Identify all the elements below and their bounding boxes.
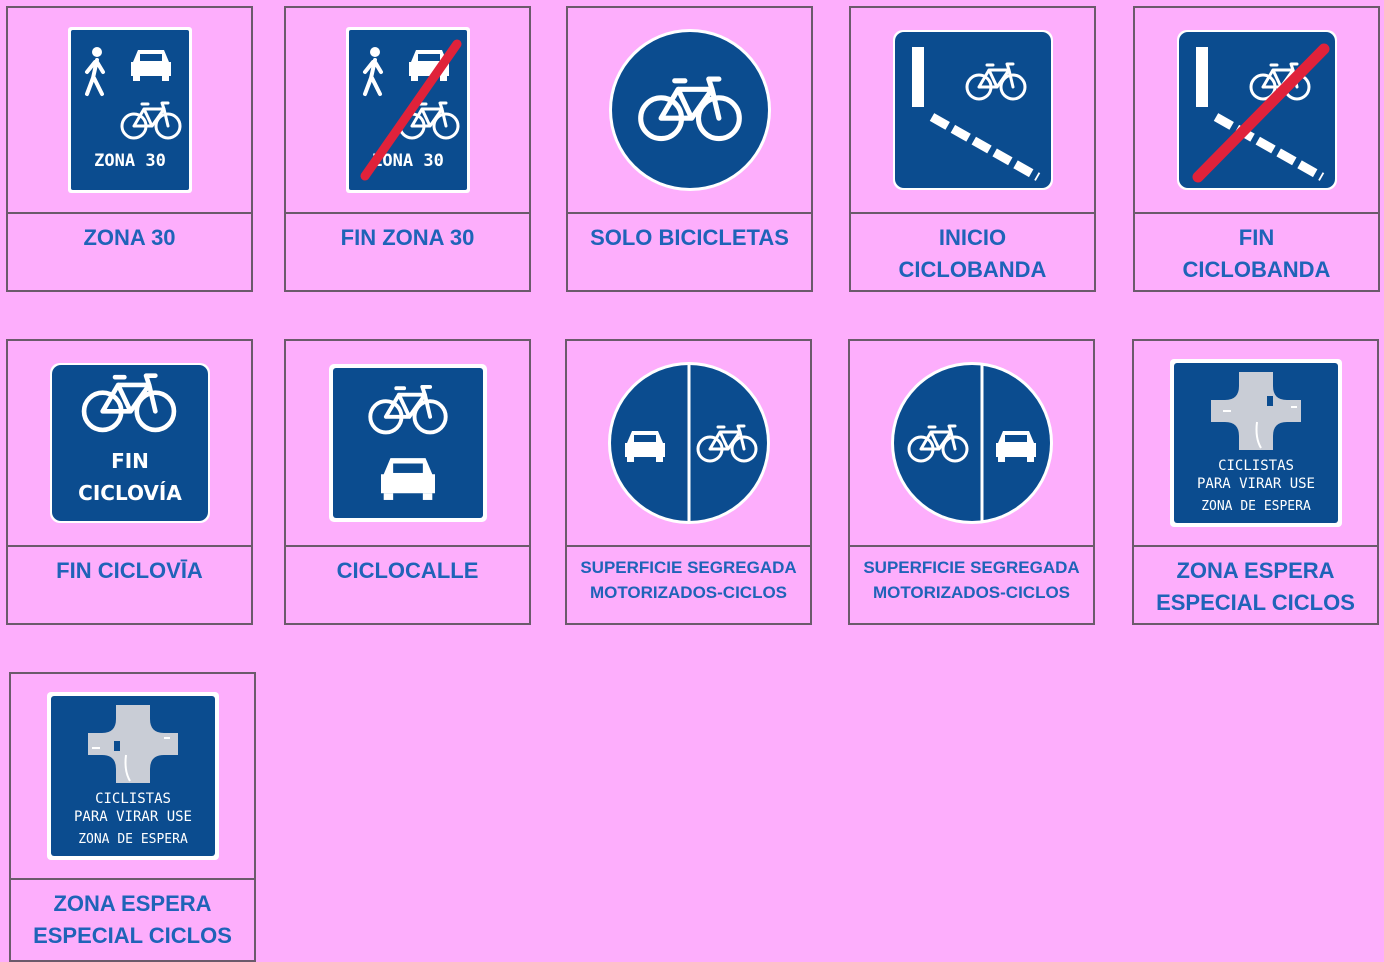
sign-image — [286, 341, 529, 547]
sign-caption: SOLO BICICLETAS — [590, 225, 789, 250]
sign-text: PARA VIRAR USE — [1196, 476, 1314, 492]
zona-30-sign-icon: ZONA 30 — [67, 27, 192, 193]
sign-card-inicio-ciclobanda[interactable]: INICIO CICLOBANDA — [849, 6, 1096, 292]
sign-card-segregada-bike-car[interactable]: SUPERFICIE SEGREGADA MOTORIZADOS-CICLOS — [848, 339, 1095, 625]
sign-caption: SUPERFICIE SEGREGADA MOTORIZADOS-CICLOS — [580, 558, 797, 602]
sign-caption: FIN ZONA 30 — [340, 225, 475, 250]
sign-text: ZONA DE ESPERA — [78, 832, 188, 847]
sign-caption: ZONA ESPERA ESPECIAL CICLOS — [1156, 558, 1355, 615]
sign-caption: ZONA 30 — [83, 225, 176, 250]
solo-bicicletas-sign-icon — [608, 29, 771, 191]
sign-caption: INICIO CICLOBANDA — [898, 225, 1047, 282]
sign-image — [851, 8, 1094, 214]
sign-image: CICLISTAS PARA VIRAR USE ZONA DE ESPERA — [1134, 341, 1377, 547]
inicio-ciclobanda-sign-icon — [892, 30, 1053, 190]
sign-text: PARA VIRAR USE — [73, 809, 191, 825]
sign-text: ZONA DE ESPERA — [1201, 499, 1311, 514]
sign-text: ZONA 30 — [94, 151, 166, 171]
sign-text: FIN — [111, 449, 149, 473]
sign-image: FIN CICLOVÍA — [8, 341, 251, 547]
sign-card-zona-30[interactable]: ZONA 30 ZONA 30 — [6, 6, 253, 292]
sign-text: CICLOVÍA — [78, 481, 182, 505]
fin-zona-30-sign-icon: ZONA 30 — [345, 27, 470, 193]
sign-caption: FIN CICLOVĪA — [56, 558, 203, 583]
segregada-bike-car-sign-icon — [890, 362, 1053, 524]
ciclocalle-sign-icon — [328, 364, 487, 522]
sign-image: ZONA 30 — [8, 8, 251, 214]
sign-card-ciclocalle[interactable]: CICLOCALLE — [284, 339, 531, 625]
sign-caption: CICLOCALLE — [336, 558, 479, 583]
sign-caption: FIN CICLOBANDA — [1182, 225, 1331, 282]
sign-caption: ZONA ESPERA ESPECIAL CICLOS — [33, 891, 232, 948]
fin-ciclovia-sign-icon: FIN CICLOVÍA — [49, 363, 210, 523]
sign-text: CICLISTAS — [1218, 458, 1294, 474]
sign-card-fin-ciclobanda[interactable]: FIN CICLOBANDA — [1133, 6, 1380, 292]
segregada-car-bike-sign-icon — [607, 362, 770, 524]
sign-image: CICLISTAS PARA VIRAR USE ZONA DE ESPERA — [11, 674, 254, 880]
sign-card-fin-zona-30[interactable]: ZONA 30 FIN ZONA 30 — [284, 6, 531, 292]
fin-ciclobanda-sign-icon — [1176, 30, 1337, 190]
sign-card-segregada-car-bike[interactable]: SUPERFICIE SEGREGADA MOTORIZADOS-CICLOS — [565, 339, 812, 625]
zona-espera-sign-icon: CICLISTAS PARA VIRAR USE ZONA DE ESPERA — [46, 692, 219, 860]
sign-card-zona-espera[interactable]: CICLISTAS PARA VIRAR USE ZONA DE ESPERA … — [1132, 339, 1379, 625]
sign-image — [567, 341, 810, 547]
sign-image: ZONA 30 — [286, 8, 529, 214]
sign-card-fin-ciclovia[interactable]: FIN CICLOVÍA FIN CICLOVĪA — [6, 339, 253, 625]
sign-image — [1135, 8, 1378, 214]
sign-image — [850, 341, 1093, 547]
sign-card-zona-espera-2[interactable]: CICLISTAS PARA VIRAR USE ZONA DE ESPERA … — [9, 672, 256, 962]
sign-card-solo-bicicletas[interactable]: SOLO BICICLETAS — [566, 6, 813, 292]
sign-caption: SUPERFICIE SEGREGADA MOTORIZADOS-CICLOS — [863, 558, 1080, 602]
sign-image — [568, 8, 811, 214]
zona-espera-sign-icon: CICLISTAS PARA VIRAR USE ZONA DE ESPERA — [1169, 359, 1342, 527]
sign-text: CICLISTAS — [95, 791, 171, 807]
